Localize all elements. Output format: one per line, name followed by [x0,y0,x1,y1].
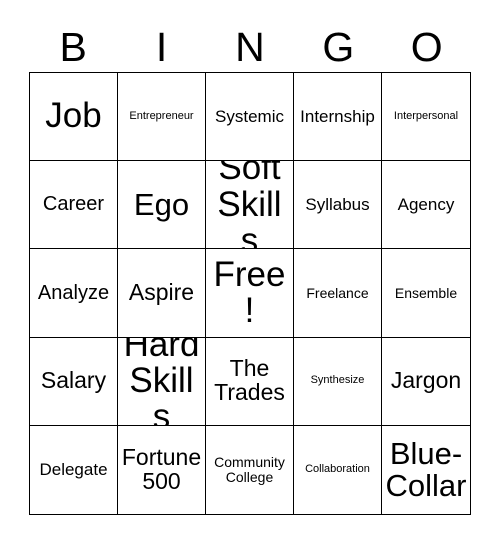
bingo-cell[interactable]: Freelance [294,249,382,338]
header-letter-i: I [155,23,168,70]
bingo-cell[interactable]: Jargon [382,337,470,426]
bingo-cell[interactable]: Interpersonal [382,73,470,162]
bingo-cell-label: Blue-Collar [385,435,467,503]
bingo-cell-label: Delegate [39,460,108,480]
bingo-cell-label: Jargon [390,367,462,394]
bingo-cell-free[interactable]: Free! [206,249,294,338]
bingo-cell[interactable]: Agency [382,161,470,250]
bingo-cell-label: Internship [300,106,375,126]
bingo-cell[interactable]: Soft Skills [206,161,294,250]
bingo-cell[interactable]: Ego [118,161,206,250]
bingo-cell-label: Syllabus [305,194,370,214]
bingo-cell-label: Agency [397,194,455,214]
bingo-cell[interactable]: Ensemble [382,249,470,338]
bingo-cell-label: Collaboration [305,463,370,476]
header-letter-g: G [322,23,355,70]
bingo-cell-label: Soft Skills [217,161,282,250]
bingo-cell-label: Synthesize [310,374,365,387]
bingo-cell[interactable]: Fortune 500 [118,425,206,514]
bingo-cell[interactable]: Collaboration [294,425,382,514]
bingo-cell-label: Analyze [37,281,110,304]
bingo-card: B I N G O Job Entrepreneur Systemic Inte… [0,0,500,544]
bingo-cell[interactable]: Analyze [30,249,118,338]
bingo-cell-label: Interpersonal [393,109,459,122]
bingo-cell-label: Ensemble [394,284,458,301]
bingo-cell[interactable]: Internship [294,73,382,162]
bingo-cell-label: Career [42,193,105,216]
bingo-cell-label: Hard Skills [123,337,200,426]
bingo-cell[interactable]: Career [30,161,118,250]
bingo-cell[interactable]: Aspire [118,249,206,338]
bingo-cell-label: Salary [40,367,107,394]
bingo-cell[interactable]: Job [30,73,118,162]
bingo-cell-label: Systemic [215,106,284,126]
header-letter-b: B [59,23,87,70]
bingo-cell[interactable]: Community College [206,425,294,514]
bingo-cell[interactable]: Hard Skills [118,337,206,426]
bingo-cell-label: Free! [213,254,286,330]
header-letter-n: N [235,23,265,70]
bingo-cell-label: Job [45,96,102,136]
bingo-cell-label: Fortune 500 [121,443,202,494]
bingo-cell[interactable]: Entrepreneur [118,73,206,162]
bingo-cell-label: Freelance [306,284,369,301]
bingo-cell-label: The Trades [214,355,285,406]
bingo-header: B I N G O [29,22,471,72]
bingo-cell[interactable]: Blue-Collar [382,425,470,514]
bingo-cell[interactable]: Delegate [30,425,118,514]
bingo-cell-label: Aspire [128,279,195,306]
bingo-cell[interactable]: Syllabus [294,161,382,250]
bingo-cell-label: Ego [133,186,190,222]
header-letter-o: O [410,23,443,70]
bingo-cell[interactable]: Systemic [206,73,294,162]
bingo-cell-label: Entrepreneur [129,109,194,122]
bingo-cell-label: Community College [214,454,285,485]
bingo-cell[interactable]: Synthesize [294,337,382,426]
bingo-cell[interactable]: The Trades [206,337,294,426]
bingo-grid: Job Entrepreneur Systemic Internship Int… [29,72,471,515]
bingo-cell[interactable]: Salary [30,337,118,426]
